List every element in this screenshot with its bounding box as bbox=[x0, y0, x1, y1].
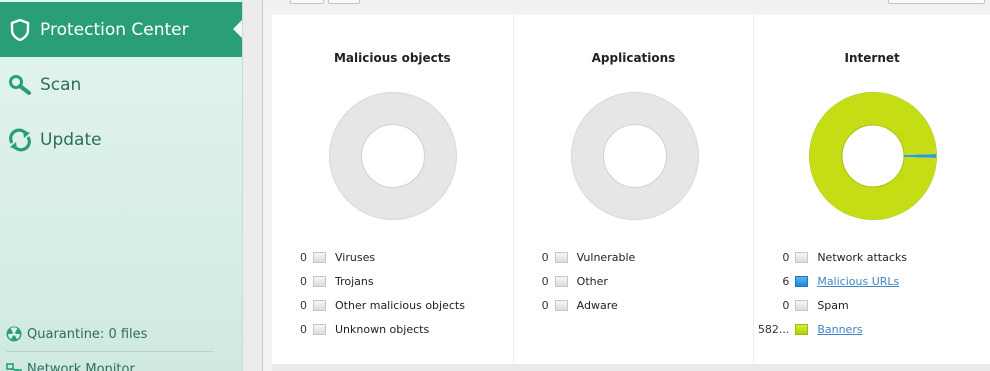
stat-label: Unknown objects bbox=[335, 322, 430, 336]
magnifier-icon bbox=[0, 74, 40, 96]
donut-inner-edge bbox=[841, 124, 905, 188]
stat-row: 582... Banners bbox=[758, 317, 907, 341]
stat-swatch bbox=[795, 299, 809, 311]
stat-label: Adware bbox=[576, 298, 618, 312]
stat-value: 0 bbox=[300, 298, 307, 312]
splitter-line bbox=[262, 0, 263, 371]
stat-value: 0 bbox=[782, 298, 790, 312]
empty-donut-chart bbox=[570, 92, 699, 220]
nav-scan-label: Scan bbox=[40, 74, 82, 95]
stat-row: 6 Malicious URLs bbox=[782, 269, 907, 293]
radiation-icon bbox=[6, 326, 22, 342]
stat-row: 0 Network attacks bbox=[782, 245, 908, 269]
panel-title: Malicious objects bbox=[333, 51, 451, 65]
toolbar-button[interactable] bbox=[888, 0, 985, 4]
stat-label: Vulnerable bbox=[576, 250, 636, 264]
stat-value: 6 bbox=[782, 274, 790, 288]
toolbar-button[interactable] bbox=[290, 0, 324, 4]
stat-value: 0 bbox=[300, 250, 307, 264]
stat-label: Other bbox=[576, 274, 608, 288]
stat-row: 0 Adware bbox=[542, 293, 636, 317]
panel-applications: Applications 0 Vulnerable 0 Other 0 Adwa… bbox=[512, 15, 754, 364]
stat-swatch bbox=[554, 275, 568, 287]
stat-label: Viruses bbox=[335, 250, 376, 264]
quarantine-link[interactable]: Quarantine: 0 files bbox=[6, 326, 147, 342]
panel-title: Internet bbox=[844, 51, 900, 65]
nav-update-label: Update bbox=[40, 129, 102, 150]
top-toolbar bbox=[263, 0, 990, 10]
stat-swatch bbox=[313, 323, 326, 335]
stat-value: 0 bbox=[300, 322, 307, 336]
stat-label: Other malicious objects bbox=[335, 298, 465, 312]
stat-swatch bbox=[554, 251, 568, 263]
bottom-strip bbox=[272, 364, 990, 371]
stat-value: 0 bbox=[541, 298, 549, 312]
stat-label: Network attacks bbox=[817, 250, 908, 264]
shield-icon bbox=[0, 18, 40, 41]
stat-row: 0 Trojans bbox=[300, 269, 465, 293]
statistics-area: Malicious objects 0 Viruses 0 Trojans 0 … bbox=[272, 15, 990, 364]
panel-title: Applications bbox=[591, 51, 676, 65]
stat-row: 0 Viruses bbox=[300, 245, 465, 269]
network-monitor-label: Network Monitor bbox=[27, 362, 135, 371]
nav-update[interactable]: Update bbox=[0, 112, 242, 167]
stat-swatch bbox=[795, 251, 809, 263]
stat-swatch bbox=[554, 299, 568, 311]
stats-list: 0 Viruses 0 Trojans 0 Other malicious ob… bbox=[300, 245, 465, 341]
stat-label: Trojans bbox=[335, 274, 374, 288]
quarantine-label: Quarantine: 0 files bbox=[27, 326, 148, 342]
sidebar: Protection Center Scan Update Quarantine… bbox=[0, 0, 243, 371]
toolbar-button[interactable] bbox=[328, 0, 360, 4]
stat-swatch bbox=[313, 275, 326, 287]
stat-value: 0 bbox=[782, 250, 790, 264]
network-icon bbox=[6, 362, 22, 371]
panel-internet: Internet 0 Network attacks 6 Malicious U… bbox=[753, 15, 990, 364]
nav-protection-center-label: Protection Center bbox=[40, 19, 189, 40]
splitter bbox=[243, 0, 262, 371]
internet-donut-chart bbox=[809, 92, 938, 220]
stat-row: 0 Unknown objects bbox=[300, 317, 465, 341]
malicious-urls-link[interactable]: Malicious URLs bbox=[817, 275, 899, 288]
panel-malicious-objects: Malicious objects 0 Viruses 0 Trojans 0 … bbox=[272, 15, 513, 364]
stat-swatch bbox=[795, 323, 809, 335]
sidebar-divider bbox=[6, 351, 214, 352]
stats-list: 0 Vulnerable 0 Other 0 Adware bbox=[542, 245, 636, 317]
stat-value: 0 bbox=[541, 274, 549, 288]
stat-swatch bbox=[313, 299, 326, 311]
stat-swatch bbox=[795, 275, 809, 287]
nav-scan[interactable]: Scan bbox=[0, 57, 242, 112]
empty-donut-chart bbox=[329, 92, 457, 220]
banners-link[interactable]: Banners bbox=[817, 323, 862, 336]
network-monitor-link[interactable]: Network Monitor bbox=[6, 362, 135, 371]
stat-row: 0 Spam bbox=[782, 293, 907, 317]
refresh-icon bbox=[0, 128, 40, 152]
stat-value: 0 bbox=[541, 250, 549, 264]
stat-row: 0 Vulnerable bbox=[542, 245, 636, 269]
stat-label: Spam bbox=[817, 298, 849, 312]
stat-value: 582... bbox=[757, 322, 790, 336]
nav-protection-center[interactable]: Protection Center bbox=[0, 2, 242, 57]
stat-row: 0 Other bbox=[542, 269, 636, 293]
stat-value: 0 bbox=[300, 274, 307, 288]
stats-list: 0 Network attacks 6 Malicious URLs 0 Spa… bbox=[758, 245, 908, 341]
stat-swatch bbox=[313, 251, 326, 263]
stat-row: 0 Other malicious objects bbox=[300, 293, 465, 317]
